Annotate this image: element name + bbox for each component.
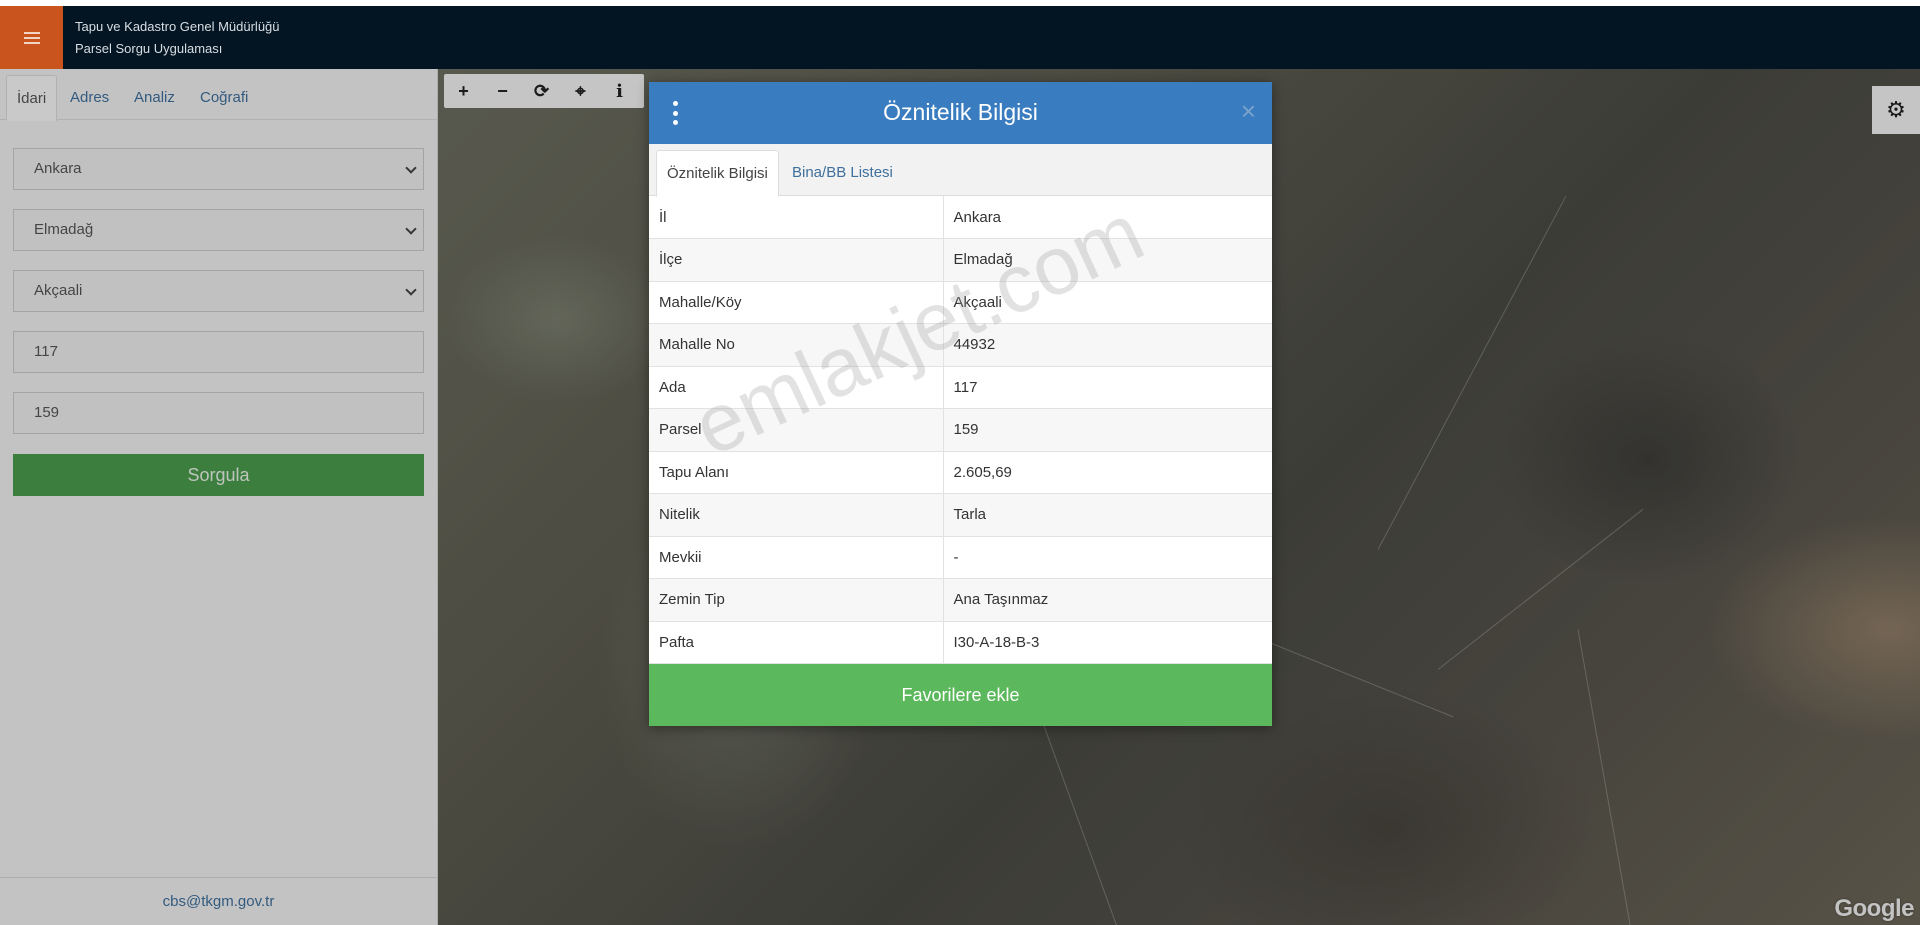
attribute-key: Mahalle No [649, 323, 944, 367]
attribute-key: Pafta [649, 621, 944, 664]
app-title-line1: Tapu ve Kadastro Genel Müdürlüğü [75, 19, 280, 34]
chevron-down-icon [405, 223, 417, 235]
attribute-table: İl Ankara İlçe Elmadağ Mahalle/Köy Akçaali Mah… [649, 196, 1272, 664]
attribute-value: - [943, 536, 1272, 579]
sorgula-button[interactable]: Sorgula [13, 454, 424, 496]
chevron-down-icon [405, 162, 417, 174]
table-row: Tapu Alanı 2.605,69 [649, 451, 1272, 494]
attribute-value: 2.605,69 [943, 451, 1272, 494]
zoom-out-icon[interactable]: − [483, 74, 522, 108]
attribute-value: 44932 [943, 323, 1272, 367]
attribute-value: Tarla [943, 493, 1272, 537]
app-title: Tapu ve Kadastro Genel Müdürlüğü Parsel … [75, 16, 280, 60]
app-header: Tapu ve Kadastro Genel Müdürlüğü Parsel … [0, 6, 1920, 69]
attribute-key: İlçe [649, 238, 944, 282]
chevron-down-icon [405, 284, 417, 296]
table-row: İlçe Elmadağ [649, 238, 1272, 282]
google-attribution: Google [1834, 895, 1914, 922]
attribute-key: Tapu Alanı [649, 451, 944, 494]
ada-input[interactable]: 117 [13, 331, 424, 373]
attribute-value: 117 [943, 366, 1272, 409]
attribute-key: Parsel [649, 408, 944, 452]
ada-input-value: 117 [34, 343, 58, 360]
parsel-input-value: 159 [34, 404, 60, 421]
tab-bina-bb-listesi[interactable]: Bina/BB Listesi [782, 150, 903, 196]
zoom-in-icon[interactable]: + [444, 74, 483, 108]
table-row: Parsel 159 [649, 408, 1272, 452]
hamburger-icon [23, 31, 40, 44]
modal-header: Öznitelik Bilgisi × [649, 82, 1272, 144]
table-row: Nitelik Tarla [649, 493, 1272, 537]
table-row: Zemin Tip Ana Taşınmaz [649, 578, 1272, 622]
attribute-key: Mevkii [649, 536, 944, 579]
more-options-icon[interactable] [671, 101, 679, 125]
add-to-favorites-button[interactable]: Favorilere ekle [649, 664, 1272, 726]
modal-title: Öznitelik Bilgisi [883, 99, 1038, 125]
tab-idari[interactable]: İdari [6, 75, 58, 121]
attribute-value: 159 [943, 408, 1272, 452]
attribute-key: Zemin Tip [649, 578, 944, 622]
parsel-input[interactable]: 159 [13, 392, 424, 434]
tab-cografi[interactable]: Coğrafi [190, 75, 258, 120]
attribute-value: I30-A-18-B-3 [943, 621, 1272, 664]
mahalle-select[interactable]: Akçaali [13, 270, 424, 312]
close-icon[interactable]: × [1241, 96, 1256, 126]
table-row: Pafta I30-A-18-B-3 [649, 621, 1272, 664]
map-road [1577, 629, 1631, 925]
info-icon[interactable]: i [600, 74, 639, 108]
attribute-value: Ankara [943, 196, 1272, 239]
ilce-select[interactable]: Elmadağ [13, 209, 424, 251]
table-row: İl Ankara [649, 196, 1272, 239]
table-row: Mevkii - [649, 536, 1272, 579]
attribute-value: Ana Taşınmaz [943, 578, 1272, 622]
il-select-value: Ankara [34, 160, 82, 177]
map-road [1377, 196, 1567, 550]
map-toolbar: + − ⟳ ⌖ i [444, 74, 644, 108]
attribute-value: Akçaali [943, 281, 1272, 324]
modal-tabs: Öznitelik Bilgisi Bina/BB Listesi [649, 144, 1272, 197]
attribute-key: İl [649, 196, 944, 239]
table-row: Ada 117 [649, 366, 1272, 409]
table-row: Mahalle/Köy Akçaali [649, 281, 1272, 324]
map-road [1037, 709, 1121, 925]
il-select[interactable]: Ankara [13, 148, 424, 190]
contact-email-link[interactable]: cbs@tkgm.gov.tr [0, 877, 437, 925]
map-road [1437, 509, 1644, 670]
table-row: Mahalle No 44932 [649, 323, 1272, 367]
app-title-line2: Parsel Sorgu Uygulaması [75, 41, 223, 56]
attribute-value: Elmadağ [943, 238, 1272, 282]
attribute-key: Nitelik [649, 493, 944, 537]
tab-adres[interactable]: Adres [60, 75, 119, 120]
attribute-key: Ada [649, 366, 944, 409]
tab-oznitelik-bilgisi[interactable]: Öznitelik Bilgisi [656, 150, 779, 197]
mahalle-select-value: Akçaali [34, 282, 83, 299]
attribute-info-modal: Öznitelik Bilgisi × Öznitelik Bilgisi Bi… [649, 82, 1272, 726]
refresh-icon[interactable]: ⟳ [522, 74, 561, 108]
hamburger-menu-button[interactable] [0, 6, 63, 69]
sidebar: İdari Adres Analiz Coğrafi Ankara Elmada… [0, 69, 438, 925]
attribute-key: Mahalle/Köy [649, 281, 944, 324]
tab-analiz[interactable]: Analiz [124, 75, 185, 120]
gear-icon[interactable]: ⚙ [1872, 86, 1920, 134]
ilce-select-value: Elmadağ [34, 221, 94, 238]
sidebar-tabs: İdari Adres Analiz Coğrafi [0, 69, 437, 121]
locate-icon[interactable]: ⌖ [561, 74, 600, 108]
